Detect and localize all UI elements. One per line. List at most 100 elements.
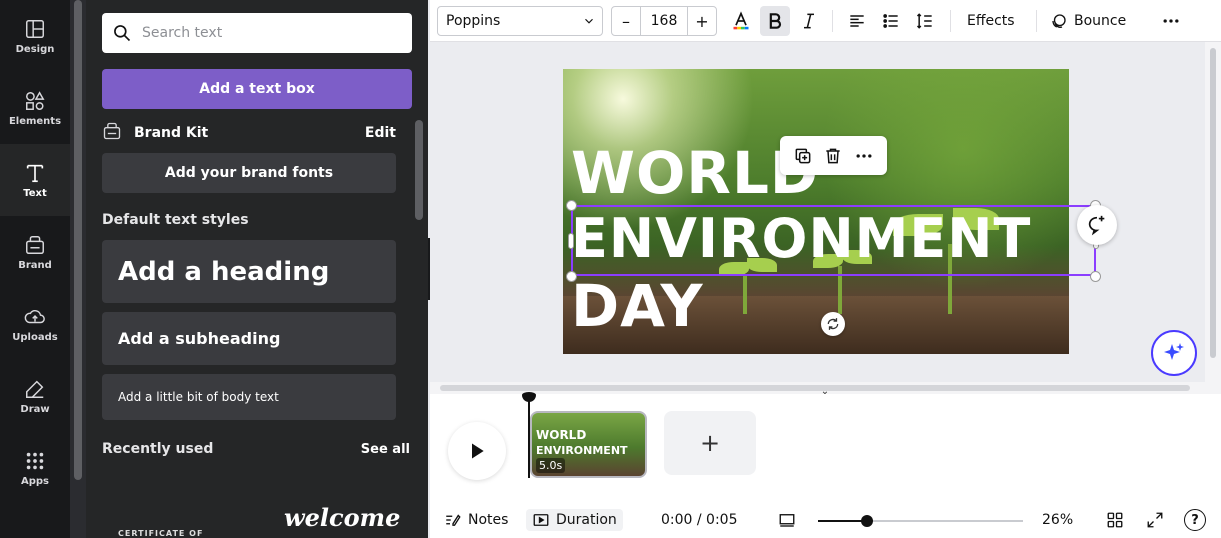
trash-icon xyxy=(826,148,841,163)
toolbar-divider xyxy=(832,10,833,32)
rail-label-apps: Apps xyxy=(20,475,49,487)
text-color-button[interactable] xyxy=(726,6,756,36)
animate-button[interactable]: Bounce xyxy=(1050,6,1126,36)
zoom-level[interactable]: 26% xyxy=(1042,509,1073,531)
vertical-scroll-thumb[interactable] xyxy=(1210,48,1216,358)
grid-view-button[interactable] xyxy=(1106,509,1124,531)
help-button[interactable]: ? xyxy=(1184,509,1206,531)
bullet-list-icon xyxy=(883,14,898,28)
resize-handle[interactable] xyxy=(566,200,577,211)
notes-icon xyxy=(446,514,461,526)
playhead[interactable] xyxy=(528,394,530,478)
search-icon xyxy=(114,25,131,42)
font-size-stepper: – 168 + xyxy=(611,6,717,36)
bold-icon xyxy=(769,13,781,29)
rail-item-elements[interactable]: Elements xyxy=(0,72,70,144)
add-body-text-button[interactable]: Add a little bit of body text xyxy=(102,374,396,420)
spacing-button[interactable] xyxy=(910,6,940,36)
timeline-clip[interactable]: WORLD ENVIRONMENT 5.0s xyxy=(530,411,647,478)
more-horizontal-icon xyxy=(856,153,872,158)
zoom-slider[interactable] xyxy=(818,515,1023,527)
bold-button[interactable] xyxy=(760,6,790,36)
recent-font-welcome[interactable]: welcome xyxy=(284,503,400,532)
side-resize-handle[interactable] xyxy=(568,233,574,249)
duplicate-button[interactable] xyxy=(792,145,814,167)
effects-button[interactable]: Effects xyxy=(967,6,1015,36)
clip-title-line-2: ENVIRONMENT xyxy=(536,444,628,457)
rotate-handle[interactable] xyxy=(821,312,845,336)
add-page-button[interactable]: + xyxy=(664,411,756,475)
text-panel: Add a text box Brand Kit Edit Add your b… xyxy=(86,0,428,538)
page-view-button[interactable] xyxy=(778,509,796,531)
side-rail: Design Elements Text Brand Uploads Draw … xyxy=(0,0,70,538)
comment-add-icon xyxy=(1088,215,1105,236)
add-comment-button[interactable] xyxy=(1077,205,1117,245)
rail-label-design: Design xyxy=(15,43,55,55)
search-input[interactable] xyxy=(142,25,402,41)
rail-item-apps[interactable]: Apps xyxy=(0,432,70,504)
canvas-vertical-scrollbar[interactable] xyxy=(1205,42,1221,382)
delete-button[interactable] xyxy=(822,145,844,167)
rail-item-uploads[interactable]: Uploads xyxy=(0,288,70,360)
duration-button[interactable]: Duration xyxy=(526,509,623,531)
notes-button[interactable]: Notes xyxy=(444,509,508,531)
sprout-stem xyxy=(743,274,747,314)
more-options-button[interactable] xyxy=(1156,6,1186,36)
design-icon xyxy=(26,19,44,38)
time-readout: 0:00 / 0:05 xyxy=(661,512,738,528)
resize-handle[interactable] xyxy=(566,271,577,282)
add-brand-fonts-button[interactable]: Add your brand fonts xyxy=(102,153,396,193)
rail-item-draw[interactable]: Draw xyxy=(0,360,70,432)
rail-label-draw: Draw xyxy=(20,403,50,415)
search-box[interactable] xyxy=(102,13,412,53)
rail-label-brand: Brand xyxy=(18,259,52,271)
recently-used-title: Recently used xyxy=(102,441,214,457)
rail-scroll-thumb[interactable] xyxy=(74,0,82,480)
add-heading-button[interactable]: Add a heading xyxy=(102,240,396,303)
play-icon xyxy=(472,443,484,459)
panel-scroll-thumb[interactable] xyxy=(415,120,423,220)
rail-label-uploads: Uploads xyxy=(12,331,58,343)
rail-scrollbar[interactable] xyxy=(70,0,86,538)
apps-icon xyxy=(26,452,44,469)
brand-kit-icon xyxy=(102,121,122,145)
see-all-link[interactable]: See all xyxy=(361,442,410,457)
brand-kit-edit-link[interactable]: Edit xyxy=(365,125,396,141)
list-button[interactable] xyxy=(876,6,906,36)
add-text-box-button[interactable]: Add a text box xyxy=(102,69,412,109)
duration-label: Duration xyxy=(556,512,617,528)
italic-button[interactable] xyxy=(794,6,824,36)
rail-label-elements: Elements xyxy=(8,115,62,127)
editor-toolbar: Poppins – 168 + Effects Bounce xyxy=(430,0,1221,42)
recent-font-certificate[interactable]: CERTIFICATE OF xyxy=(118,529,203,538)
magic-assistant-button[interactable] xyxy=(1151,330,1197,376)
video-duration-icon xyxy=(533,514,549,526)
element-context-menu xyxy=(780,136,887,175)
align-button[interactable] xyxy=(842,6,872,36)
notes-label: Notes xyxy=(468,512,509,528)
play-button[interactable] xyxy=(448,422,506,480)
decrease-font-size-button[interactable]: – xyxy=(612,7,640,35)
font-family-value: Poppins xyxy=(446,13,501,29)
animate-label: Bounce xyxy=(1074,13,1127,29)
panel-scrollbar[interactable] xyxy=(412,108,426,538)
zoom-slider-thumb[interactable] xyxy=(861,515,874,527)
align-left-icon xyxy=(850,15,864,27)
add-subheading-button[interactable]: Add a subheading xyxy=(102,312,396,365)
increase-font-size-button[interactable]: + xyxy=(688,7,716,35)
text-icon xyxy=(26,164,44,182)
resize-handle[interactable] xyxy=(1090,271,1101,282)
rail-item-text[interactable]: Text xyxy=(0,144,70,216)
font-size-input[interactable]: 168 xyxy=(640,7,688,35)
toolbar-divider xyxy=(950,10,951,32)
rail-item-design[interactable]: Design xyxy=(0,0,70,72)
selection-box[interactable] xyxy=(571,205,1096,276)
grid-view-icon xyxy=(1107,512,1123,528)
context-more-button[interactable] xyxy=(853,145,875,167)
elements-icon xyxy=(26,90,45,110)
rail-item-brand[interactable]: Brand xyxy=(0,216,70,288)
headline-line-3[interactable]: DAY xyxy=(571,272,703,340)
clip-duration: 5.0s xyxy=(536,458,566,473)
fullscreen-button[interactable] xyxy=(1146,509,1164,531)
font-family-select[interactable]: Poppins xyxy=(437,6,603,36)
